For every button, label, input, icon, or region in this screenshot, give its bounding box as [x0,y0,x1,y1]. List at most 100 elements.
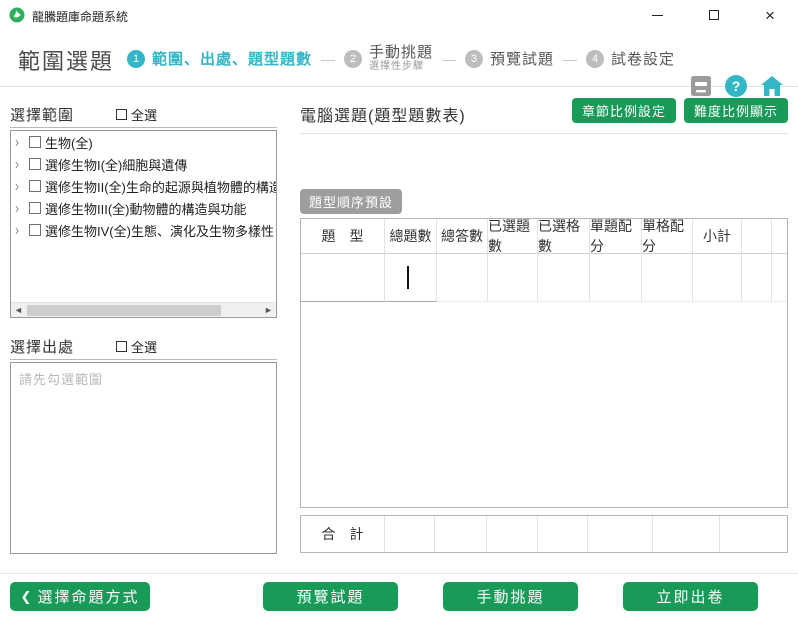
step-4-label[interactable]: 試卷設定 [611,48,675,69]
tree-item-label: 選修生物II(全)生命的起源與植物體的構造 [45,179,276,195]
col-header-type: 題 型 [301,219,385,254]
step-2-circle[interactable]: 2 [344,49,363,68]
tree-item-label: 選修生物III(全)動物體的構造與功能 [45,201,247,217]
horizontal-scrollbar[interactable]: ◄ ► [11,302,276,317]
app-window: 龍騰題庫命題系統 × 範圍選題 1 範圍、出處、題型題數 — 2 手動挑題 選擇… [0,0,798,621]
source-select-all-checkbox[interactable] [116,341,128,352]
step-2-sublabel: 選擇性步驟 [369,61,425,73]
app-logo-icon [9,7,25,23]
total-cell [487,516,538,552]
text-caret [407,266,409,289]
cell-total-questions[interactable] [385,254,437,302]
range-panel-title: 選擇範圍 [10,107,75,124]
tree-item[interactable]: › 選修生物IV(全)生態、演化及生物多樣性 [11,219,276,241]
source-select-all-label: 全選 [131,340,158,355]
cell-type[interactable] [301,254,385,302]
col-header-empty [742,219,772,254]
cell-total-answers[interactable] [437,254,488,302]
step-2[interactable]: 手動挑題 選擇性步驟 [369,44,433,73]
cell-subtotal[interactable] [693,254,742,302]
cell-points-per-blank[interactable] [642,254,693,302]
preview-questions-button[interactable]: 預覽試題 [263,582,398,611]
step-1-label[interactable]: 範圍、出處、題型題數 [152,48,312,69]
step-2-label: 手動挑題 [369,44,434,62]
question-type-table: 題 型 總題數 總答數 已選題數 已選格數 單題配分 單格配分 小計 [300,218,788,508]
page-header: 範圍選題 1 範圍、出處、題型題數 — 2 手動挑題 選擇性步驟 — 3 預覽試… [0,30,798,97]
manual-pick-button[interactable]: 手動挑題 [443,582,578,611]
tree-item[interactable]: › 選修生物I(全)細胞與遺傳 [11,153,276,175]
cell-selected-blanks[interactable] [538,254,590,302]
chevron-right-icon[interactable]: › [15,155,27,173]
tree-checkbox[interactable] [29,136,41,148]
page-title: 範圍選題 [18,49,115,74]
type-order-badge[interactable]: 題型順序預設 [300,189,403,214]
step-1-circle[interactable]: 1 [127,49,145,68]
chapter-ratio-button[interactable]: 章節比例設定 [571,98,676,123]
total-cell [588,516,653,552]
range-select-all-label: 全選 [131,108,158,123]
range-panel-header: 選擇範圍 全選 [10,102,277,128]
tree-item[interactable]: › 生物(全) [11,131,276,153]
col-header-total-answers: 總答數 [437,219,488,254]
generate-exam-button[interactable]: 立即出卷 [623,582,758,611]
col-header-empty [772,219,787,254]
total-cell [538,516,588,552]
scroll-right-icon[interactable]: ► [261,303,276,318]
titlebar: 龍騰題庫命題系統 × [0,0,798,30]
scrollbar-thumb[interactable] [27,305,221,316]
total-cell [720,516,787,552]
ratio-buttons: 章節比例設定 難度比例顯示 [571,98,788,123]
back-button-label: 選擇命題方式 [37,589,140,606]
total-cell [653,516,720,552]
scroll-left-icon[interactable]: ◄ [11,303,26,318]
home-icon[interactable] [760,75,784,97]
total-label: 合 計 [301,516,385,552]
help-icon[interactable]: ? [725,75,747,97]
col-header-subtotal: 小計 [693,219,742,254]
tree-checkbox[interactable] [29,180,41,192]
tree-item[interactable]: › 選修生物III(全)動物體的構造與功能 [11,197,276,219]
minimize-icon[interactable] [640,0,674,30]
table-header-row: 題 型 總題數 總答數 已選題數 已選格數 單題配分 單格配分 小計 [301,218,787,254]
table-data-row [301,254,787,302]
col-header-points-per-blank: 單格配分 [642,218,693,254]
range-select-all-checkbox[interactable] [116,109,128,120]
col-header-selected-blanks: 已選格數 [538,218,590,254]
total-cell [385,516,435,552]
close-icon[interactable]: × [753,0,787,30]
choose-method-back-button[interactable]: ❮ 選擇命題方式 [10,582,150,611]
source-panel-title: 選擇出處 [10,339,75,356]
maximize-icon[interactable] [697,0,731,30]
cell-empty [742,254,772,302]
range-select-all[interactable]: 全選 [116,105,157,124]
tree-item[interactable]: › 選修生物II(全)生命的起源與植物體的構造 [11,175,276,197]
chevron-right-icon[interactable]: › [15,177,27,195]
tree-checkbox[interactable] [29,158,41,170]
cell-empty [772,254,787,302]
tree-item-label: 選修生物I(全)細胞與遺傳 [45,157,188,173]
chevron-right-icon[interactable]: › [15,221,27,239]
step-3-label[interactable]: 預覽試題 [490,48,554,69]
source-panel-header: 選擇出處 全選 [10,334,277,360]
footer-divider [0,573,798,574]
tree-item-label: 生物(全) [45,135,93,151]
source-placeholder: 請先勾選範圍 [19,372,104,387]
tree-item-label: 選修生物IV(全)生態、演化及生物多樣性 [45,223,274,239]
source-select-all[interactable]: 全選 [116,337,157,356]
total-row: 合 計 [300,515,788,553]
col-header-selected-questions: 已選題數 [488,218,538,254]
difficulty-ratio-button[interactable]: 難度比例顯示 [683,98,788,123]
save-icon[interactable] [690,75,712,97]
cell-points-per-question[interactable] [590,254,642,302]
tree-checkbox[interactable] [29,202,41,214]
col-header-points-per-question: 單題配分 [590,218,642,254]
cell-selected-questions[interactable] [488,254,538,302]
step-3-circle[interactable]: 3 [465,49,484,68]
range-tree: › 生物(全) › 選修生物I(全)細胞與遺傳 › 選修生物II(全)生命的起源… [10,130,277,318]
step-4-circle[interactable]: 4 [586,49,605,68]
tree-checkbox[interactable] [29,224,41,236]
chevron-right-icon[interactable]: › [15,199,27,217]
window-title: 龍騰題庫命題系統 [32,10,129,24]
col-header-total-questions: 總題數 [385,219,437,254]
chevron-right-icon[interactable]: › [15,133,27,151]
